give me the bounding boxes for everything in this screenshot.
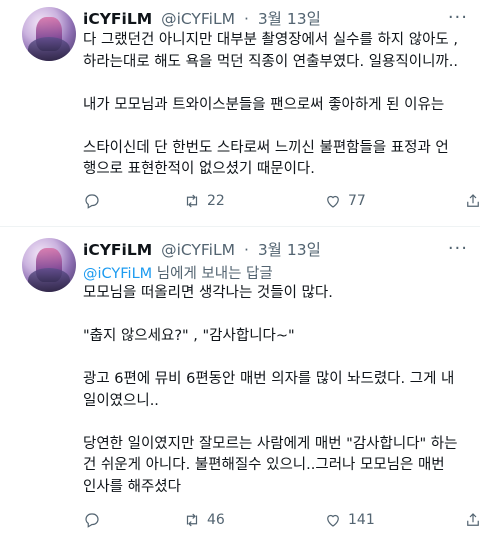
retweet-count: 46 <box>207 512 225 528</box>
share-button[interactable] <box>464 192 480 210</box>
retweet-count: 22 <box>207 193 225 209</box>
tweet-date[interactable]: 3월 13일 <box>258 10 321 28</box>
share-button[interactable] <box>464 511 480 529</box>
retweet-button[interactable]: 46 <box>183 511 225 529</box>
tweet-header: iCYFiLM @iCYFiLM · 3월 13일 <box>83 7 321 29</box>
tweet-paragraph: "춥지 않으세요?" , "감사합니다~" <box>83 328 295 344</box>
tweet-paragraph: 내가 모모님과 트와이스분들을 팬으로써 좋아하게 된 이유는 <box>83 96 445 113</box>
author-handle[interactable]: @iCYFiLM <box>161 10 235 28</box>
more-icon[interactable]: ··· <box>448 240 468 258</box>
tweet-actions: 22 77 <box>83 192 479 214</box>
author-name[interactable]: iCYFiLM <box>83 241 152 259</box>
tweet-date[interactable]: 3월 13일 <box>258 241 321 259</box>
share-icon <box>467 194 479 207</box>
like-icon <box>327 514 339 527</box>
separator-dot: · <box>243 10 249 28</box>
tweet-paragraph: 다 그랬던건 아니지만 대부분 촬영장에서 실수를 하지 않아도 , 하라는대로… <box>83 32 458 70</box>
reply-icon <box>85 194 99 209</box>
reply-to-handle[interactable]: @iCYFiLM <box>83 266 152 282</box>
more-icon[interactable]: ··· <box>448 9 468 27</box>
reply-to-label: 님에게 보내는 답글 <box>152 266 273 282</box>
like-count: 141 <box>348 512 375 528</box>
retweet-button[interactable]: 22 <box>183 192 225 210</box>
tweet-text: 모모님을 떠올리면 생각나는 것들이 많다. "춥지 않으세요?" , "감사합… <box>83 283 473 498</box>
tweet-paragraph: 당연한 일이였지만 잘모르는 사람에게 매번 "감사합니다" 하는 건 쉬운게 … <box>83 435 458 495</box>
reply-button[interactable] <box>83 511 101 529</box>
like-icon <box>327 195 339 208</box>
reply-context: @iCYFiLM 님에게 보내는 답글 <box>83 262 273 283</box>
tweet-text: 다 그랬던건 아니지만 대부분 촬영장에서 실수를 하지 않아도 , 하라는대로… <box>83 30 473 181</box>
tweet[interactable]: iCYFiLM @iCYFiLM · 3월 13일 ··· 다 그랬던건 아니지… <box>0 0 480 226</box>
share-icon <box>467 513 479 526</box>
separator-dot: · <box>243 241 249 259</box>
like-button[interactable]: 141 <box>324 511 375 529</box>
retweet-icon <box>186 513 198 527</box>
reply-button[interactable] <box>83 192 101 210</box>
tweet-paragraph: 광고 6편에 뮤비 6편동안 매번 의자를 많이 놔드렸다. 그게 내 일이였으… <box>83 371 455 409</box>
avatar[interactable] <box>22 7 76 61</box>
author-handle[interactable]: @iCYFiLM <box>161 241 235 259</box>
reply-icon <box>85 513 99 528</box>
like-button[interactable]: 77 <box>324 192 366 210</box>
tweet-paragraph: 모모님을 떠올리면 생각나는 것들이 많다. <box>83 285 333 301</box>
like-count: 77 <box>348 193 366 209</box>
tweet-actions: 46 141 <box>83 511 479 533</box>
avatar[interactable] <box>22 238 76 292</box>
author-name[interactable]: iCYFiLM <box>83 10 152 28</box>
retweet-icon <box>186 194 198 208</box>
tweet[interactable]: iCYFiLM @iCYFiLM · 3월 13일 ··· @iCYFiLM 님… <box>0 227 480 541</box>
tweet-header: iCYFiLM @iCYFiLM · 3월 13일 <box>83 238 321 260</box>
tweet-paragraph: 스타이신데 단 한번도 스타로써 느끼신 불편함들을 표정과 언 행으로 표현한… <box>83 139 449 178</box>
